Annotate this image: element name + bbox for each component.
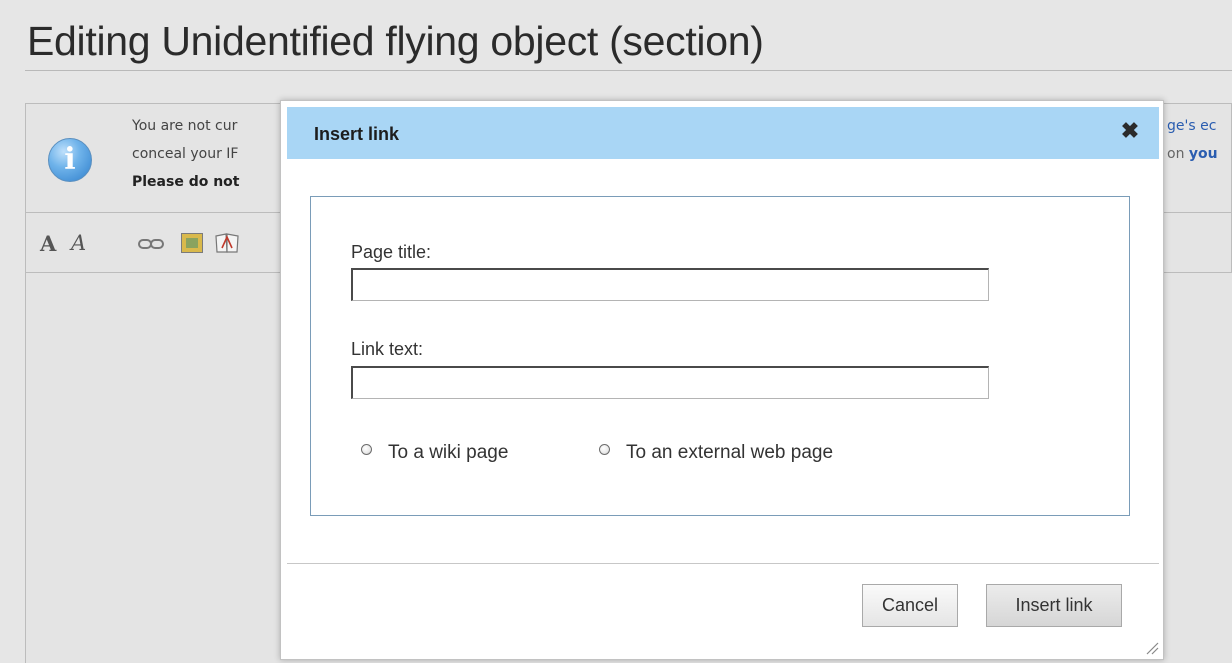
notice-right-link-1[interactable]: ge's ec [1167,118,1216,134]
link-text-input[interactable] [351,366,989,399]
insert-link-button[interactable]: Insert link [986,584,1122,627]
notice-right-prefix: on [1167,146,1189,162]
close-icon[interactable]: ✖ [1119,120,1141,142]
resize-grip-icon[interactable] [1143,639,1159,655]
image-icon[interactable] [181,233,203,253]
page-title-input[interactable] [351,268,989,301]
dialog-header: Insert link ✖ [287,107,1159,159]
notice-line-1: You are not cur [132,118,238,134]
external-page-radio[interactable] [599,443,610,455]
link-form-panel: Page title: Link text: To a wiki page To… [310,196,1130,516]
title-divider [25,70,1232,71]
italic-button[interactable]: A [71,231,86,255]
radio-option-wiki[interactable]: To a wiki page [361,441,508,465]
notice-line-2: conceal your IF [132,146,239,162]
radio-option-external[interactable]: To an external web page [599,441,833,465]
info-icon: i [48,138,92,182]
wiki-page-radio[interactable] [361,443,372,455]
dialog-footer-divider [287,563,1159,564]
notice-line-3: Please do not [132,174,240,190]
wiki-page-radio-label: To a wiki page [388,442,509,463]
link-text-label: Link text: [351,339,424,359]
cancel-button[interactable]: Cancel [862,584,958,627]
insert-link-dialog: Insert link ✖ Page title: Link text: To … [280,100,1164,660]
page-title-label: Page title: [351,242,432,262]
reference-icon[interactable] [214,232,240,254]
notice-right-line-2: on you [1167,146,1218,162]
external-page-radio-label: To an external web page [626,442,834,463]
page-title: Editing Unidentified flying object (sect… [27,18,764,64]
dialog-title: Insert link [314,124,400,144]
link-icon[interactable] [138,239,164,249]
notice-right-link-2[interactable]: you [1189,146,1218,162]
bold-button[interactable]: A [40,231,56,256]
